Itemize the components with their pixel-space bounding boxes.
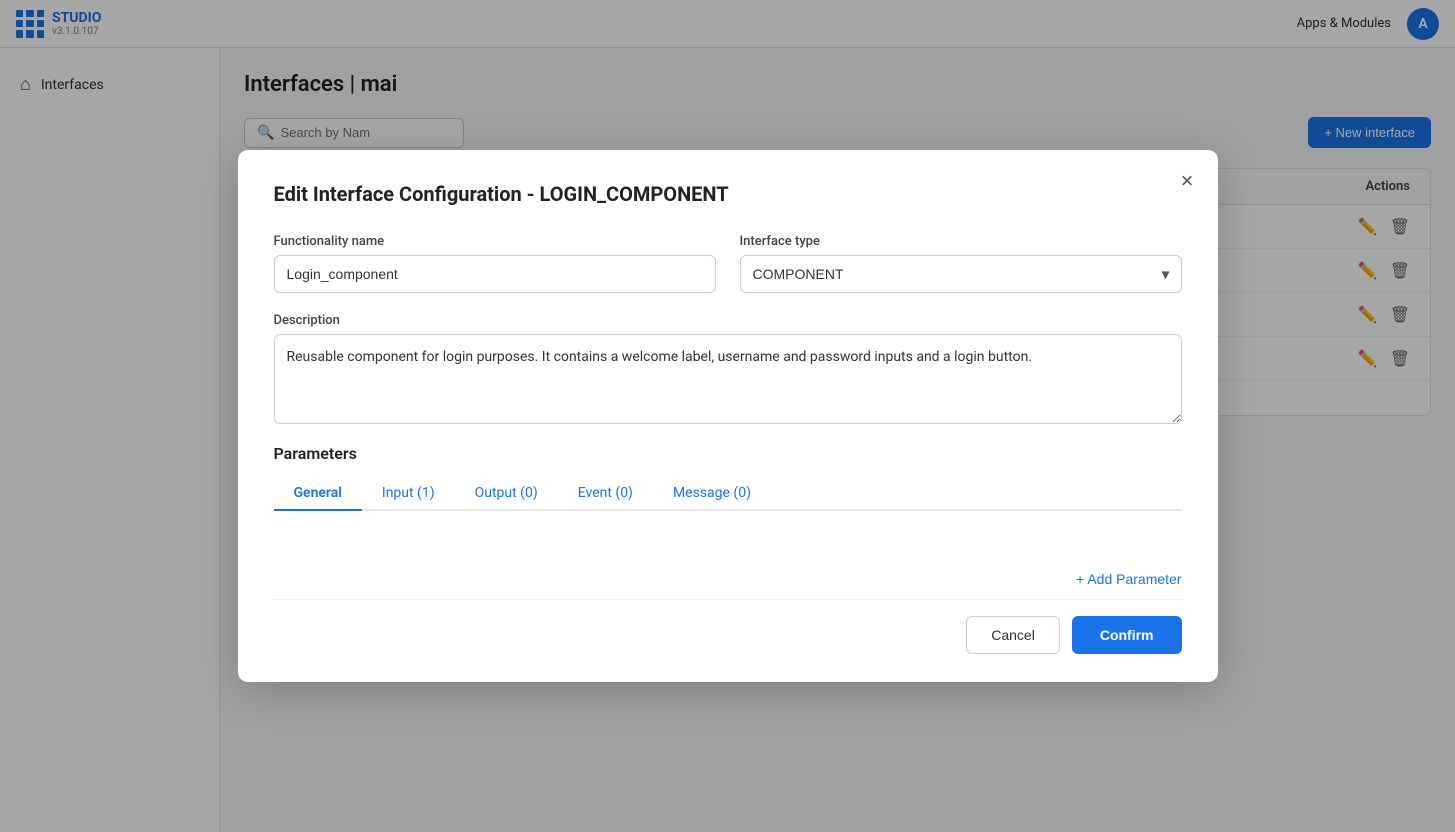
- cancel-button[interactable]: Cancel: [966, 616, 1060, 654]
- tab-general[interactable]: General: [274, 477, 362, 511]
- parameters-label: Parameters: [274, 444, 1182, 463]
- interface-type-select-wrap: COMPONENT PAGE DIALOG ▾: [740, 255, 1182, 293]
- modal-title: Edit Interface Configuration - LOGIN_COM…: [274, 182, 1182, 206]
- modal-close-button[interactable]: ×: [1181, 170, 1194, 192]
- modal-footer: Cancel Confirm: [274, 599, 1182, 654]
- description-label: Description: [274, 313, 1182, 328]
- interface-type-label: Interface type: [740, 234, 1182, 249]
- tab-message[interactable]: Message (0): [653, 477, 771, 511]
- functionality-name-group: Functionality name: [274, 234, 716, 293]
- add-parameter-button[interactable]: + Add Parameter: [1076, 571, 1181, 587]
- interface-type-group: Interface type COMPONENT PAGE DIALOG ▾: [740, 234, 1182, 293]
- confirm-button[interactable]: Confirm: [1072, 616, 1182, 654]
- form-row-top: Functionality name Interface type COMPON…: [274, 234, 1182, 293]
- interface-type-select[interactable]: COMPONENT PAGE DIALOG: [740, 255, 1182, 293]
- functionality-name-input[interactable]: [274, 255, 716, 293]
- description-textarea[interactable]: Reusable component for login purposes. I…: [274, 334, 1182, 424]
- tabs-row: General Input (1) Output (0) Event (0) M…: [274, 477, 1182, 511]
- tab-output[interactable]: Output (0): [455, 477, 558, 511]
- modal-overlay: × Edit Interface Configuration - LOGIN_C…: [0, 0, 1455, 832]
- add-parameter-row: + Add Parameter: [274, 571, 1182, 587]
- tab-event[interactable]: Event (0): [558, 477, 653, 511]
- description-group: Description Reusable component for login…: [274, 313, 1182, 424]
- modal: × Edit Interface Configuration - LOGIN_C…: [238, 150, 1218, 682]
- tab-input[interactable]: Input (1): [362, 477, 455, 511]
- functionality-name-label: Functionality name: [274, 234, 716, 249]
